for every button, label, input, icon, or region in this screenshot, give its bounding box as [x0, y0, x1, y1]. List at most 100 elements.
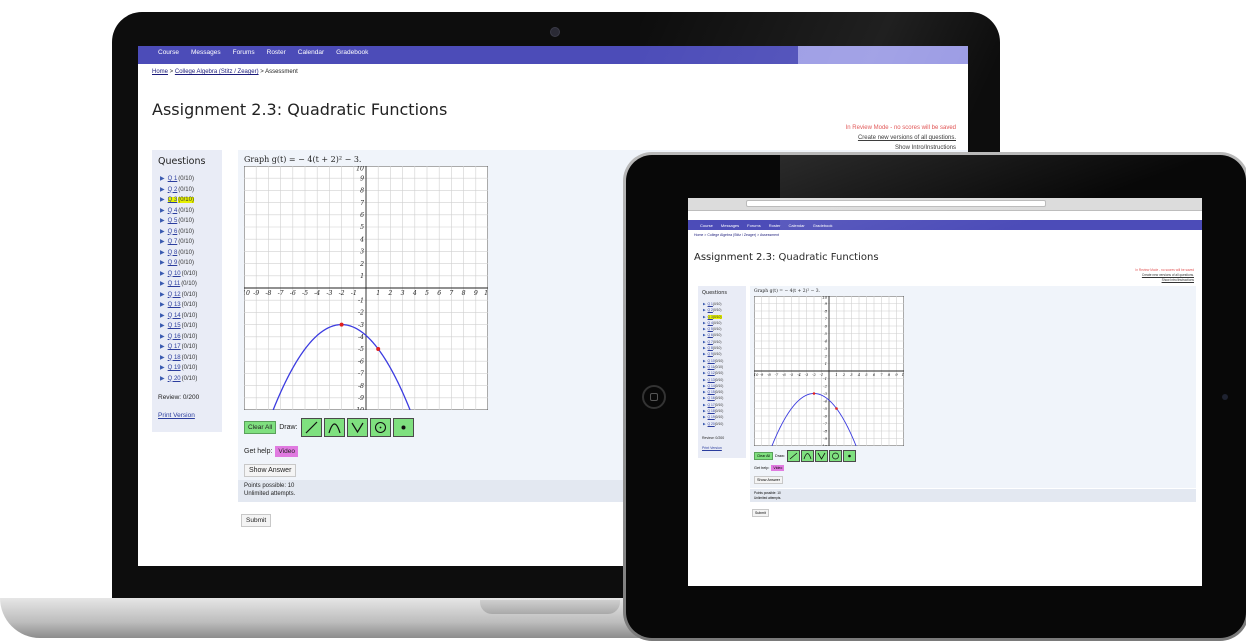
parabola-up-tool-button[interactable] [346, 418, 368, 437]
question-list-item[interactable]: ▶ Q 20(0/10) [703, 421, 723, 427]
print-version-link[interactable]: Print Version [158, 412, 195, 419]
submit-button[interactable]: Submit [752, 509, 769, 517]
tablet-graph-canvas[interactable]: 10-9-8-7-6-5-4-3-2-112345678910109876543… [754, 296, 904, 446]
question-list-item[interactable]: ▶ Q 9(0/10) [160, 258, 197, 269]
question-link[interactable]: Q 8 [168, 250, 178, 256]
question-link[interactable]: Q 18 [168, 355, 181, 361]
question-list-item[interactable]: ▶ Q 2(0/10) [703, 307, 723, 313]
question-link[interactable]: Q 15 [168, 323, 181, 329]
question-link[interactable]: Q 17 [168, 344, 181, 350]
nav-forums[interactable]: Forums [233, 49, 255, 56]
question-list-item[interactable]: ▶ Q 20(0/10) [160, 374, 197, 385]
question-list-item[interactable]: ▶ Q 18(0/10) [160, 353, 197, 364]
question-link[interactable]: Q 1 [168, 176, 178, 182]
question-list-item[interactable]: ▶ Q 4(0/10) [160, 206, 197, 217]
question-link[interactable]: Q 7 [168, 239, 178, 245]
question-link[interactable]: Q 11 [168, 281, 181, 287]
page-title: Assignment 2.3: Quadratic Functions [152, 100, 448, 119]
question-list-item[interactable]: ▶ Q 17(0/10) [160, 342, 197, 353]
address-bar[interactable] [746, 200, 1046, 207]
nav-forums[interactable]: Forums [747, 223, 761, 228]
question-link[interactable]: Q 14 [168, 313, 181, 319]
question-link[interactable]: Q 10 [168, 271, 181, 277]
question-list-item[interactable]: ▶ Q 9(0/10) [703, 351, 723, 357]
question-link[interactable]: Q 18 [708, 409, 715, 413]
question-link[interactable]: Q 12 [708, 371, 715, 375]
question-list-item[interactable]: ▶ Q 11(0/10) [160, 279, 197, 290]
breadcrumb-home[interactable]: Home [152, 69, 168, 75]
nav-course[interactable]: Course [700, 223, 713, 228]
question-list-item[interactable]: ▶ Q 13(0/10) [703, 377, 723, 383]
question-link[interactable]: Q 3 [167, 197, 178, 203]
question-link[interactable]: Q 13 [708, 378, 715, 382]
nav-messages[interactable]: Messages [191, 49, 221, 56]
breadcrumb-course[interactable]: College Algebra (Stitz / Zeager) [175, 69, 259, 75]
nav-gradebook[interactable]: Gradebook [813, 223, 833, 228]
nav-calendar[interactable]: Calendar [298, 49, 324, 56]
dot-tool-button[interactable] [392, 418, 414, 437]
question-list-item[interactable]: ▶ Q 13(0/10) [160, 300, 197, 311]
question-list-item[interactable]: ▶ Q 16(0/10) [160, 332, 197, 343]
show-answer-button[interactable]: Show Answer [754, 476, 784, 484]
dot-tool-button[interactable] [842, 450, 856, 462]
question-link[interactable]: Q 6 [168, 229, 178, 235]
question-link[interactable]: Q 20 [708, 422, 715, 426]
question-list-item[interactable]: ▶ Q 12(0/10) [160, 290, 197, 301]
question-link[interactable]: Q 12 [168, 292, 181, 298]
question-link[interactable]: Q 13 [168, 302, 181, 308]
question-list-item[interactable]: ▶ Q 6(0/10) [160, 227, 197, 238]
parabola-down-tool-button[interactable] [323, 418, 345, 437]
question-link[interactable]: Q 4 [168, 208, 178, 214]
question-link[interactable]: Q 19 [168, 365, 181, 371]
question-list-item[interactable]: ▶ Q 3(0/10) [703, 314, 723, 320]
graph-canvas[interactable]: 10-9-8-7-6-5-4-3-2-112345678910109876543… [244, 166, 488, 410]
question-list-item[interactable]: ▶ Q 6(0/10) [703, 332, 723, 338]
question-list-item[interactable]: ▶ Q 8(0/10) [160, 248, 197, 259]
nav-messages[interactable]: Messages [721, 223, 739, 228]
question-list-item[interactable]: ▶ Q 10(0/10) [160, 269, 197, 280]
nav-course[interactable]: Course [158, 49, 179, 56]
question-link[interactable]: Q 16 [708, 396, 715, 400]
question-list-item[interactable]: ▶ Q 1(0/10) [160, 174, 197, 185]
question-link[interactable]: Q 14 [708, 384, 715, 388]
question-link[interactable]: Q 9 [168, 260, 178, 266]
line-tool-button[interactable] [300, 418, 322, 437]
question-list-item[interactable]: ▶ Q 3(0/10) [160, 195, 197, 206]
question-link[interactable]: Q 19 [708, 415, 715, 419]
line-tool-button[interactable] [786, 450, 800, 462]
question-link[interactable]: Q 15 [708, 390, 715, 394]
parabola-down-tool-button[interactable] [800, 450, 814, 462]
clear-all-button[interactable]: Clear All [754, 452, 774, 460]
nav-calendar[interactable]: Calendar [788, 223, 804, 228]
question-list-item[interactable]: ▶ Q 2(0/10) [160, 185, 197, 196]
show-intro-link[interactable]: Show Intro/Instructions [1135, 278, 1194, 283]
circle-tool-button[interactable] [369, 418, 391, 437]
clear-all-button[interactable]: Clear All [244, 421, 277, 434]
show-answer-button[interactable]: Show Answer [244, 464, 297, 477]
video-button[interactable]: Video [771, 465, 785, 471]
parabola-up-tool-button[interactable] [814, 450, 828, 462]
question-link[interactable]: Q 16 [168, 334, 181, 340]
question-list-item[interactable]: ▶ Q 12(0/10) [703, 370, 723, 376]
submit-button[interactable]: Submit [241, 514, 272, 527]
question-list-item[interactable]: ▶ Q 19(0/10) [703, 414, 723, 420]
question-link[interactable]: Q 2 [168, 187, 178, 193]
question-link[interactable]: Q 10 [708, 359, 715, 363]
question-list-item[interactable]: ▶ Q 15(0/10) [160, 321, 197, 332]
new-versions-link[interactable]: Create new versions of all questions. [846, 133, 956, 143]
circle-tool-button[interactable] [828, 450, 842, 462]
nav-gradebook[interactable]: Gradebook [336, 49, 368, 56]
video-button[interactable]: Video [275, 446, 298, 457]
question-list-item[interactable]: ▶ Q 14(0/10) [160, 311, 197, 322]
nav-roster[interactable]: Roster [769, 223, 781, 228]
question-list-item[interactable]: ▶ Q 7(0/10) [160, 237, 197, 248]
nav-roster[interactable]: Roster [267, 49, 286, 56]
question-list-item[interactable]: ▶ Q 16(0/10) [703, 395, 723, 401]
question-list-item[interactable]: ▶ Q 5(0/10) [160, 216, 197, 227]
question-link[interactable]: Q 17 [708, 403, 715, 407]
tablet-breadcrumb[interactable]: Home > College Algebra (Stitz / Zeager) … [694, 233, 779, 237]
question-list-item[interactable]: ▶ Q 19(0/10) [160, 363, 197, 374]
question-link[interactable]: Q 20 [168, 376, 181, 382]
question-link[interactable]: Q 5 [168, 218, 178, 224]
print-version-link[interactable]: Print Version [702, 446, 722, 450]
